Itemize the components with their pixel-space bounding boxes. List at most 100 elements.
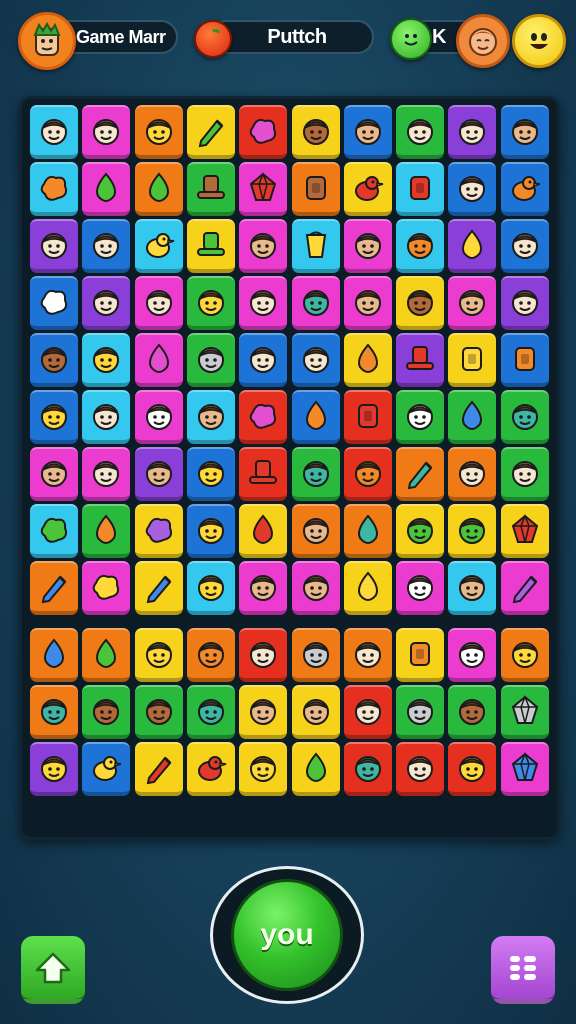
tile-face[interactable] bbox=[448, 561, 497, 615]
tile-face[interactable] bbox=[30, 333, 78, 387]
tile-face[interactable] bbox=[239, 333, 288, 387]
tile-face[interactable] bbox=[186, 390, 235, 444]
tile-face[interactable] bbox=[186, 276, 235, 330]
tile-face[interactable] bbox=[291, 685, 340, 739]
tile-gem[interactable] bbox=[500, 504, 549, 558]
tile-blob[interactable] bbox=[134, 504, 183, 558]
tile-face[interactable] bbox=[396, 276, 445, 330]
tile-drop[interactable] bbox=[82, 162, 131, 216]
tile-face[interactable] bbox=[448, 162, 497, 216]
tile-face[interactable] bbox=[186, 561, 235, 615]
tile-face[interactable] bbox=[186, 504, 235, 558]
tile-face[interactable] bbox=[343, 276, 392, 330]
tile-blob[interactable] bbox=[239, 390, 288, 444]
emoji-menu-icon[interactable] bbox=[512, 14, 566, 68]
tile-face[interactable] bbox=[82, 276, 131, 330]
tile-gem[interactable] bbox=[500, 742, 549, 796]
tile-face[interactable] bbox=[291, 447, 340, 501]
tile-pencil[interactable] bbox=[396, 447, 445, 501]
tile-drop[interactable] bbox=[343, 504, 392, 558]
tile-face[interactable] bbox=[239, 276, 288, 330]
tile-pencil[interactable] bbox=[186, 105, 235, 159]
tile-face[interactable] bbox=[30, 685, 78, 739]
tile-drop[interactable] bbox=[448, 219, 497, 273]
tile-face[interactable] bbox=[396, 219, 445, 273]
tile-hat[interactable] bbox=[239, 447, 288, 501]
tile-face[interactable] bbox=[396, 105, 445, 159]
tile-drop[interactable] bbox=[134, 333, 183, 387]
tile-face[interactable] bbox=[291, 628, 340, 682]
tile-face[interactable] bbox=[134, 105, 183, 159]
tile-box[interactable] bbox=[500, 333, 549, 387]
tile-face[interactable] bbox=[186, 685, 235, 739]
tile-face[interactable] bbox=[134, 390, 183, 444]
tile-face[interactable] bbox=[448, 742, 497, 796]
tile-blob[interactable] bbox=[30, 162, 78, 216]
tile-face[interactable] bbox=[30, 742, 78, 796]
tile-box[interactable] bbox=[291, 162, 340, 216]
tile-face[interactable] bbox=[134, 628, 183, 682]
tile-bird[interactable] bbox=[186, 742, 235, 796]
tile-face[interactable] bbox=[396, 561, 445, 615]
tile-blob[interactable] bbox=[82, 561, 131, 615]
tile-face[interactable] bbox=[396, 742, 445, 796]
tile-drop[interactable] bbox=[291, 742, 340, 796]
tile-drop[interactable] bbox=[30, 628, 78, 682]
tile-bird[interactable] bbox=[82, 742, 131, 796]
tile-drop[interactable] bbox=[343, 561, 392, 615]
tile-face[interactable] bbox=[448, 628, 497, 682]
tile-face[interactable] bbox=[448, 447, 497, 501]
tile-face[interactable] bbox=[396, 390, 445, 444]
tile-face[interactable] bbox=[448, 685, 497, 739]
tile-blob[interactable] bbox=[30, 276, 78, 330]
play-button[interactable]: you bbox=[210, 866, 364, 1004]
tile-face[interactable] bbox=[82, 390, 131, 444]
tile-face[interactable] bbox=[448, 504, 497, 558]
tile-drop[interactable] bbox=[82, 504, 131, 558]
tile-drop[interactable] bbox=[343, 333, 392, 387]
menu-grid-button[interactable] bbox=[491, 936, 555, 1004]
tile-face[interactable] bbox=[396, 685, 445, 739]
tile-pencil[interactable] bbox=[134, 561, 183, 615]
tile-face[interactable] bbox=[291, 333, 340, 387]
fruit-icon[interactable] bbox=[194, 20, 232, 58]
tile-face[interactable] bbox=[500, 447, 549, 501]
tile-bird[interactable] bbox=[500, 162, 549, 216]
tile-box[interactable] bbox=[396, 628, 445, 682]
tile-face[interactable] bbox=[448, 105, 497, 159]
tile-pencil[interactable] bbox=[134, 742, 183, 796]
tile-face[interactable] bbox=[343, 105, 392, 159]
tile-gem[interactable] bbox=[500, 685, 549, 739]
tile-face[interactable] bbox=[291, 561, 340, 615]
tile-pencil[interactable] bbox=[30, 561, 78, 615]
tile-blob[interactable] bbox=[239, 105, 288, 159]
tile-face[interactable] bbox=[82, 219, 131, 273]
tile-cup[interactable] bbox=[291, 219, 340, 273]
home-button[interactable] bbox=[21, 936, 85, 1004]
tile-face[interactable] bbox=[134, 447, 183, 501]
tile-face[interactable] bbox=[30, 447, 78, 501]
tile-face[interactable] bbox=[239, 561, 288, 615]
tile-face[interactable] bbox=[186, 628, 235, 682]
tile-drop[interactable] bbox=[448, 390, 497, 444]
tile-face[interactable] bbox=[291, 276, 340, 330]
tile-face[interactable] bbox=[239, 628, 288, 682]
tile-face[interactable] bbox=[30, 390, 78, 444]
tile-pencil[interactable] bbox=[500, 561, 549, 615]
tile-face[interactable] bbox=[500, 276, 549, 330]
tile-bird[interactable] bbox=[134, 219, 183, 273]
tile-face[interactable] bbox=[239, 219, 288, 273]
tile-drop[interactable] bbox=[82, 628, 131, 682]
tile-face[interactable] bbox=[343, 685, 392, 739]
tile-face[interactable] bbox=[82, 685, 131, 739]
tile-face[interactable] bbox=[30, 105, 78, 159]
tile-face[interactable] bbox=[500, 628, 549, 682]
tile-face[interactable] bbox=[239, 685, 288, 739]
tile-face[interactable] bbox=[82, 105, 131, 159]
tile-face[interactable] bbox=[396, 504, 445, 558]
green-smiley-icon[interactable] bbox=[390, 18, 432, 60]
tile-box[interactable] bbox=[343, 390, 392, 444]
tile-face[interactable] bbox=[82, 447, 131, 501]
player-avatar[interactable] bbox=[18, 12, 76, 70]
tile-face[interactable] bbox=[186, 333, 235, 387]
